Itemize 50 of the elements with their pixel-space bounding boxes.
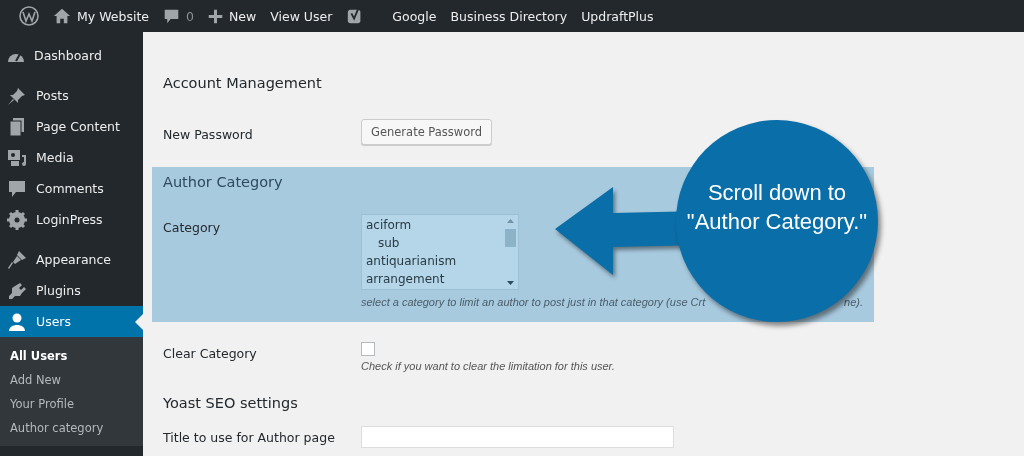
submenu-item[interactable]: Your Profile bbox=[0, 392, 143, 416]
section-heading: Yoast SEO settings bbox=[162, 394, 299, 413]
field-label: New Password bbox=[163, 126, 254, 142]
speech-bubble-icon bbox=[7, 178, 27, 199]
sidebar-menu-item[interactable]: Comments bbox=[0, 173, 143, 204]
field-description: select a category to limit an author to post just in that category (use Crt bbox=[361, 296, 706, 308]
field-label: Title to use for Author page bbox=[163, 429, 336, 445]
category-listbox[interactable]: aciform sub antiquarianism arrangement bbox=[361, 214, 519, 290]
sidebar-menu-item[interactable]: LoginPress bbox=[0, 204, 143, 235]
field-label: Category bbox=[163, 219, 222, 235]
sidebar-menu-item[interactable]: Plugins bbox=[0, 275, 143, 306]
admin-bar-link[interactable]: UpdraftPlus bbox=[574, 0, 661, 32]
pages-icon bbox=[7, 116, 27, 137]
list-option[interactable]: arrangement bbox=[366, 270, 499, 288]
generate-password-button[interactable]: Generate Password bbox=[361, 119, 493, 145]
logo-icon[interactable] bbox=[19, 6, 39, 26]
list-option[interactable]: aciform bbox=[366, 216, 499, 234]
submenu-item[interactable]: All Users bbox=[0, 344, 143, 368]
speech-bubble-icon bbox=[163, 7, 180, 25]
plus-icon bbox=[207, 8, 223, 24]
sidebar-menu-item[interactable]: Posts bbox=[0, 80, 143, 111]
admin-bar-link[interactable]: Google bbox=[385, 0, 444, 32]
user-icon bbox=[7, 311, 27, 332]
section-heading: Author Category bbox=[162, 173, 284, 192]
sidebar-menu-item[interactable]: Users bbox=[0, 306, 143, 337]
sidebar-menu-item[interactable]: Media bbox=[0, 142, 143, 173]
home-icon bbox=[53, 7, 71, 25]
section-heading: Account Management bbox=[162, 74, 323, 93]
sidebar-menu-item[interactable]: Dashboard bbox=[0, 40, 143, 71]
submenu-item[interactable]: Add New bbox=[0, 368, 143, 392]
gear-icon bbox=[7, 209, 27, 230]
clear-category-checkbox[interactable] bbox=[361, 342, 375, 356]
field-label: Clear Category bbox=[163, 345, 258, 361]
paintbrush-icon bbox=[7, 249, 27, 270]
list-option[interactable]: sub bbox=[366, 234, 499, 252]
sidebar-menu-item[interactable]: Page Content bbox=[0, 111, 143, 142]
admin-bar-link[interactable]: New bbox=[200, 0, 264, 32]
plug-icon bbox=[7, 280, 27, 301]
author-title-input[interactable] bbox=[361, 426, 674, 448]
admin-bar-link[interactable]: View User bbox=[263, 0, 340, 32]
field-description: Check if you want to clear the limitation for this user. bbox=[361, 360, 616, 372]
admin-bar-link[interactable]: Business Directory bbox=[443, 0, 575, 32]
sidebar-menu-item[interactable]: Appearance bbox=[0, 244, 143, 275]
comments-link[interactable]: 0 bbox=[156, 0, 201, 32]
media-icon bbox=[7, 147, 27, 168]
pushpin-icon bbox=[7, 85, 27, 106]
admin-bar-link[interactable]: My Website bbox=[46, 0, 156, 32]
submenu-item[interactable]: Author category bbox=[0, 416, 143, 440]
list-option[interactable]: antiquarianism bbox=[366, 252, 499, 270]
field-description: ne). bbox=[844, 296, 863, 308]
